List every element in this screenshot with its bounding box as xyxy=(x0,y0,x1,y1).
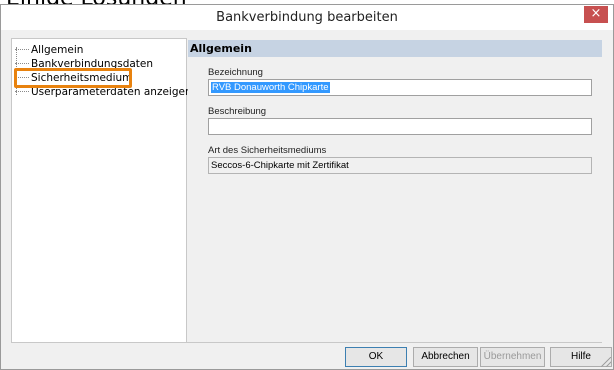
window-title: Bankverbindung bearbeiten xyxy=(216,10,398,25)
settings-panel: Allgemein Bezeichnung RVB Donauworth Chi… xyxy=(188,38,602,343)
bezeichnung-input[interactable]: RVB Donauworth Chipkarte xyxy=(208,79,592,96)
highlight-box xyxy=(14,68,132,88)
beschreibung-label: Beschreibung xyxy=(208,106,267,117)
apply-button[interactable]: Übernehmen xyxy=(480,347,545,367)
beschreibung-input[interactable] xyxy=(208,118,592,135)
tree-item-label: Allgemein xyxy=(31,44,84,56)
close-icon: × xyxy=(590,6,602,21)
resize-grip-icon[interactable] xyxy=(601,357,611,367)
panel-header: Allgemein xyxy=(188,40,602,57)
bezeichnung-label: Bezeichnung xyxy=(208,67,263,78)
title-bar: Bankverbindung bearbeiten × xyxy=(1,5,613,30)
tree-item-allgemein[interactable]: Allgemein xyxy=(15,43,83,57)
art-label: Art des Sicherheitsmediums xyxy=(208,145,327,156)
tree-branch-icon xyxy=(15,91,29,93)
tree-branch-icon xyxy=(15,63,29,65)
dialog-window: Bankverbindung bearbeiten × Allgemein Ba… xyxy=(0,4,614,370)
ok-button[interactable]: OK xyxy=(345,347,407,367)
tree-branch-icon xyxy=(15,49,29,51)
divider xyxy=(11,342,602,343)
cancel-button[interactable]: Abbrechen xyxy=(413,347,478,367)
close-button[interactable]: × xyxy=(584,6,608,23)
bezeichnung-value: RVB Donauworth Chipkarte xyxy=(211,82,330,93)
art-field: Seccos-6-Chipkarte mit Zertifikat xyxy=(208,157,592,174)
